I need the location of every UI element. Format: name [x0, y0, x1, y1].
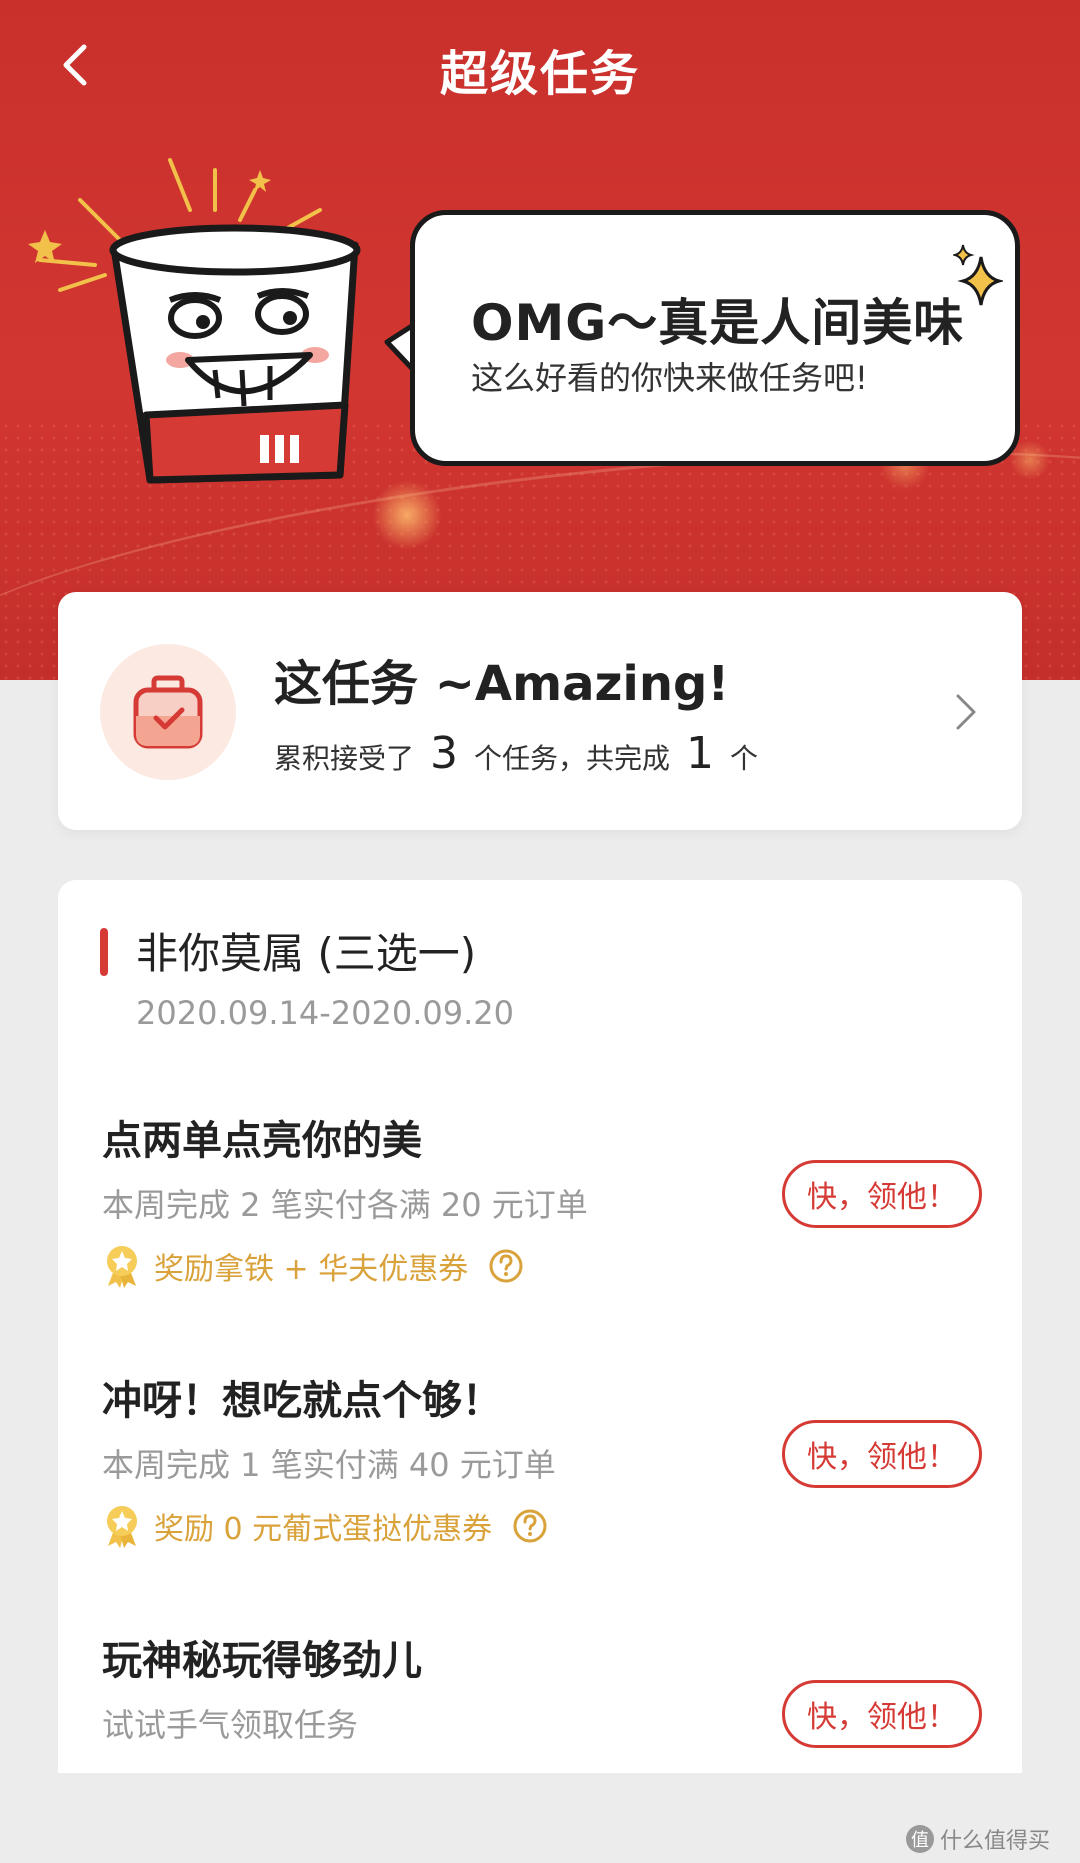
stats-suffix: 个 [730, 742, 759, 775]
task-item: 点两单点亮你的美 本周完成 2 笔实付各满 20 元订单 奖励拿铁 + 华夫优惠… [102, 1108, 982, 1318]
task-reward-text: 奖励 0 元葡式蛋挞优惠券 [154, 1512, 493, 1547]
section-date-range: 2020.09.14-2020.09.20 [136, 994, 514, 1032]
task-description: 试试手气领取任务 [102, 1706, 359, 1744]
speech-bubble: OMG～真是人间美味 这么好看的你快来做任务吧! [410, 210, 1020, 466]
accepted-count: 3 [430, 728, 459, 779]
stats-middle: 个任务，共完成 [474, 742, 671, 775]
section-title: 非你莫属 (三选一) [136, 929, 477, 978]
task-reward-text: 奖励拿铁 + 华夫优惠券 [154, 1252, 469, 1287]
bubble-subtitle: 这么好看的你快来做任务吧! [471, 359, 868, 397]
chevron-right-icon [956, 694, 976, 730]
watermark: 值 什么值得买 [905, 1823, 1050, 1855]
task-title: 点两单点亮你的美 [102, 1118, 422, 1164]
sparkle-icon [953, 244, 1003, 306]
hero-banner: 超级任务 OMG～真是人间美味 这么好看的你快来做任务吧! [0, 0, 1080, 680]
medal-icon [107, 1246, 137, 1288]
task-reward: 奖励拿铁 + 华夫优惠券 [102, 1244, 524, 1288]
mascot-cup-illustration [28, 158, 361, 484]
watermark-text: 什么值得买 [939, 1829, 1050, 1854]
task-title: 玩神秘玩得够劲儿 [102, 1638, 422, 1684]
bubble-title: OMG～真是人间美味 [471, 294, 965, 352]
task-reward: 奖励 0 元葡式蛋挞优惠券 [102, 1504, 548, 1548]
medal-icon [107, 1506, 137, 1548]
page-title: 超级任务 [439, 46, 640, 102]
task-item: 冲呀！想吃就点个够！ 本周完成 1 笔实付满 40 元订单 奖励 0 元葡式蛋挞… [102, 1368, 982, 1578]
task-calendar-icon [100, 644, 236, 780]
task-description: 本周完成 2 笔实付各满 20 元订单 [102, 1186, 588, 1224]
glow-light [372, 480, 442, 550]
task-title: 冲呀！想吃就点个够！ [102, 1378, 502, 1424]
task-panel: 非你莫属 (三选一) 2020.09.14-2020.09.20 点两单点亮你的… [58, 880, 1022, 1863]
section-accent-bar [100, 928, 108, 976]
task-description: 本周完成 1 笔实付满 40 元订单 [102, 1446, 556, 1484]
claim-task-button[interactable]: 快，领他！ [782, 1420, 982, 1488]
navbar: 超级任务 [0, 20, 1080, 104]
watermark-logo-icon: 值 [905, 1825, 934, 1853]
task-summary-card[interactable]: 这任务 ~Amazing! 累积接受了 3 个任务，共完成 1 个 [58, 592, 1022, 830]
help-icon[interactable] [488, 1248, 524, 1284]
claim-task-button[interactable]: 快，领他！ [782, 1680, 982, 1748]
summary-stats: 累积接受了 3 个任务，共完成 1 个 [274, 728, 758, 779]
help-icon[interactable] [512, 1508, 548, 1544]
claim-task-button[interactable]: 快，领他！ [782, 1160, 982, 1228]
stats-prefix: 累积接受了 [274, 742, 415, 775]
summary-title: 这任务 ~Amazing! [274, 656, 730, 712]
completed-count: 1 [686, 728, 715, 779]
